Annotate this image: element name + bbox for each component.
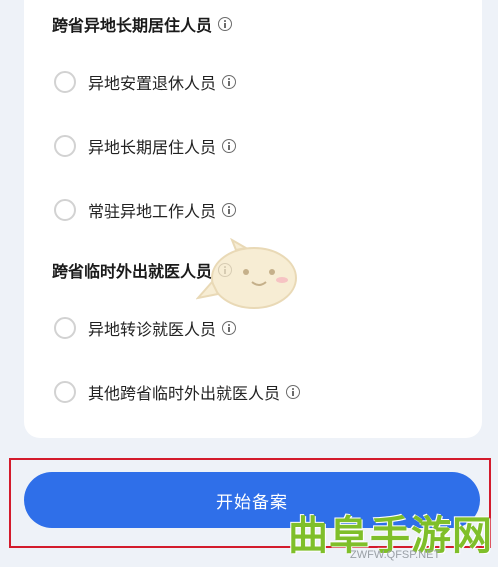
start-button-label: 开始备案 [216,492,288,513]
section-title-label: 跨省异地长期居住人员 [52,16,213,35]
info-icon[interactable] [222,203,237,217]
option-label: 常驻异地工作人员 [88,202,217,221]
section-title-label: 跨省临时外出就医人员 [52,262,213,281]
radio-unchecked-icon[interactable] [54,135,76,157]
option-label: 其他跨省临时外出就医人员 [88,384,281,403]
option-referral-treatment[interactable]: 异地转诊就医人员 [54,316,237,340]
radio-unchecked-icon[interactable] [54,317,76,339]
option-label: 异地转诊就医人员 [88,320,217,339]
radio-unchecked-icon[interactable] [54,199,76,221]
info-icon[interactable] [218,17,233,31]
info-icon[interactable] [222,75,237,89]
info-icon[interactable] [286,385,301,399]
info-icon[interactable] [222,321,237,335]
info-icon[interactable] [222,139,237,153]
radio-unchecked-icon[interactable] [54,71,76,93]
option-label: 异地安置退休人员 [88,74,217,93]
watermark-url: ZWFW.QFSP.NET [350,549,441,561]
option-other-temporary[interactable]: 其他跨省临时外出就医人员 [54,380,301,404]
section-title-long-term: 跨省异地长期居住人员 [52,12,233,36]
radio-unchecked-icon[interactable] [54,381,76,403]
option-label: 异地长期居住人员 [88,138,217,157]
mascot-watermark-icon [196,238,297,309]
option-retired-relocated[interactable]: 异地安置退休人员 [54,70,237,94]
option-long-term-resident[interactable]: 异地长期居住人员 [54,134,237,158]
option-resident-worker[interactable]: 常驻异地工作人员 [54,198,237,222]
